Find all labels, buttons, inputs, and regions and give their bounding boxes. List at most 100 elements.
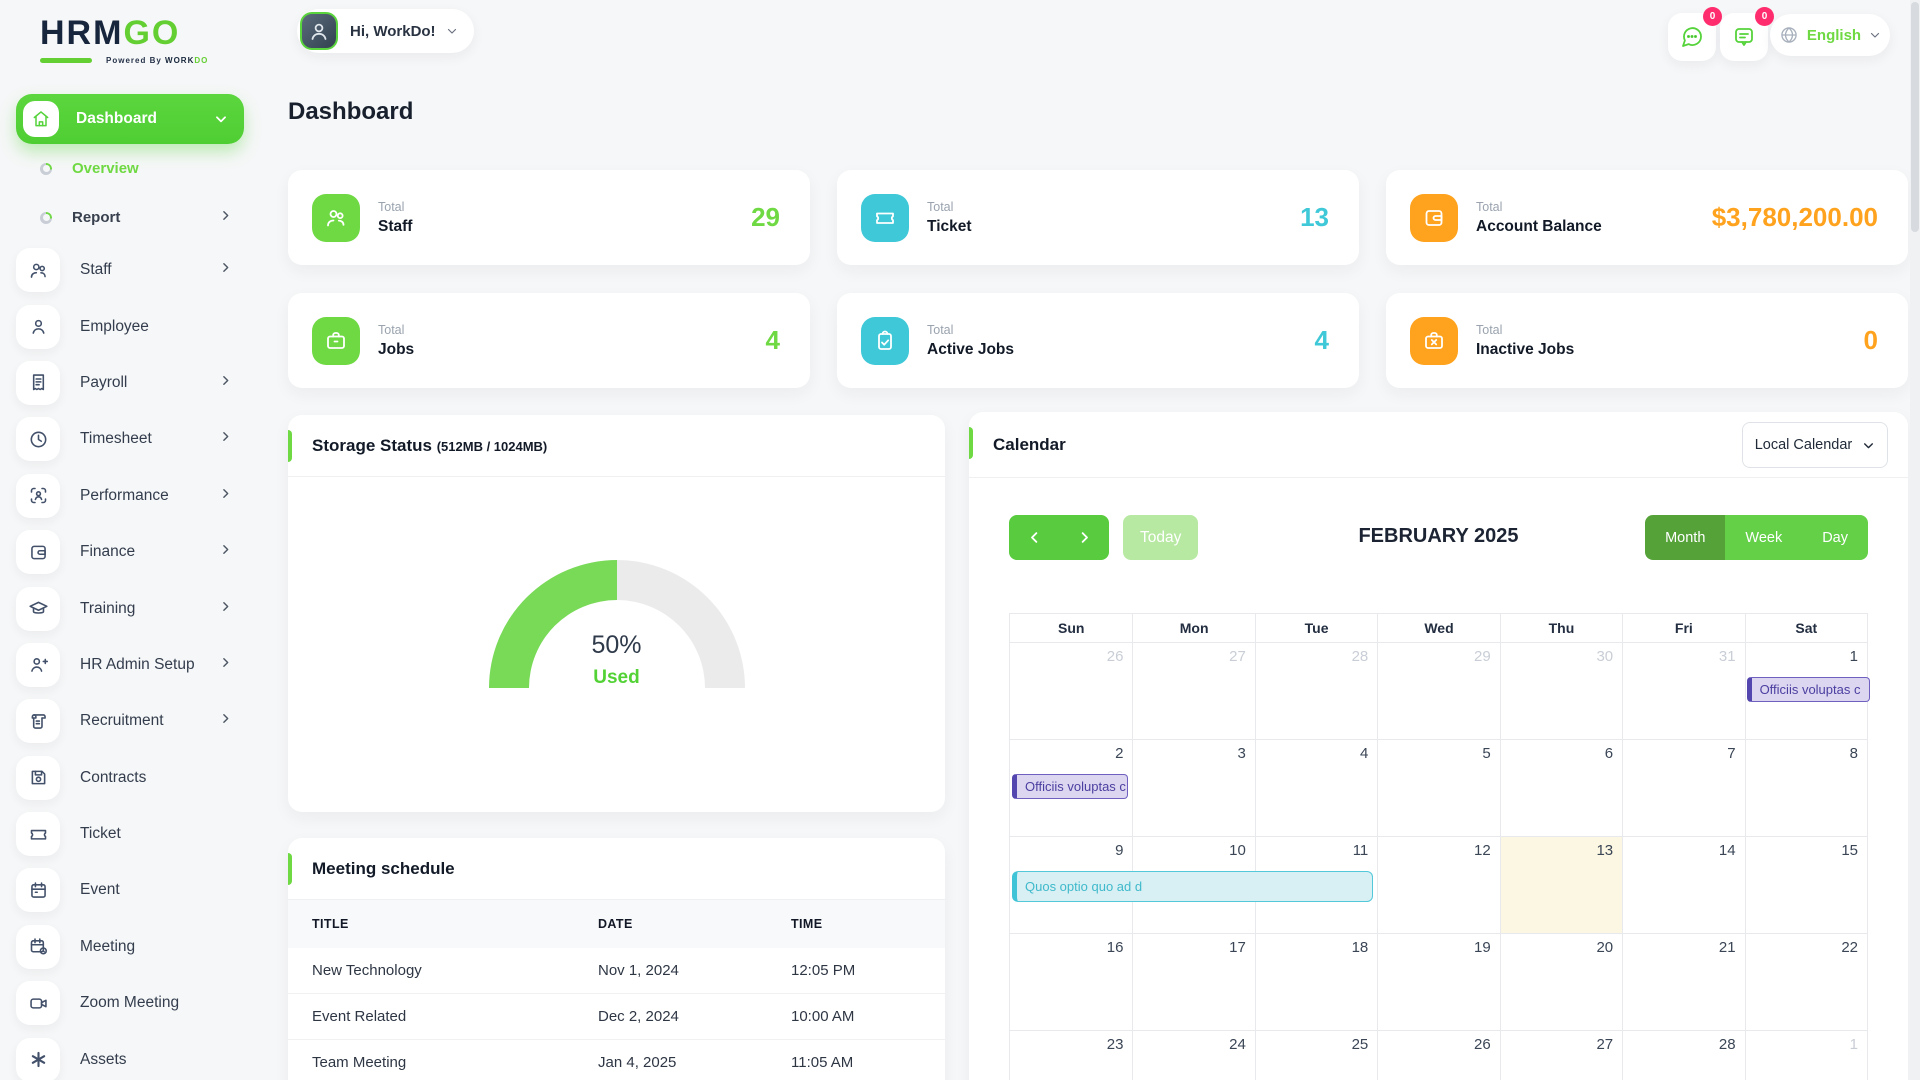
video-icon: [16, 981, 60, 1025]
stat-card-value: 4: [766, 325, 780, 356]
calendar-view-week[interactable]: Week: [1725, 515, 1802, 560]
stat-card-label: Ticket: [927, 218, 1300, 236]
sidebar-item-contracts[interactable]: Contracts: [0, 750, 260, 806]
sidebar-item-label: Performance: [80, 487, 219, 505]
sidebar-item-finance[interactable]: Finance: [0, 524, 260, 580]
wallet-icon: [16, 530, 60, 574]
calendar-day-cell[interactable]: 25: [1255, 1031, 1377, 1080]
asterisk-icon: [16, 1038, 60, 1080]
chevron-right-icon: [219, 487, 232, 505]
home-icon: [23, 101, 59, 137]
calendar-day-cell[interactable]: 7: [1622, 740, 1744, 836]
calendar-day-cell[interactable]: 23: [1010, 1031, 1132, 1080]
meeting-title: New Technology: [288, 962, 598, 979]
day-header-sat: Sat: [1745, 614, 1867, 642]
calendar-day-cell[interactable]: 22: [1745, 934, 1867, 1030]
sidebar-item-training[interactable]: Training: [0, 580, 260, 636]
stat-card-kicker: Total: [378, 200, 751, 214]
calendar-title: Calendar: [993, 435, 1066, 455]
calendar-day-cell[interactable]: 6: [1500, 740, 1622, 836]
sidebar-item-staff[interactable]: Staff: [0, 242, 260, 298]
storage-used-label: Used: [288, 667, 945, 689]
sidebar-item-event[interactable]: Event: [0, 862, 260, 918]
stat-card-texts: TotalStaff: [378, 200, 751, 236]
calendar-event[interactable]: Officiis voluptas c: [1747, 677, 1870, 702]
calendar-day-cell[interactable]: 14: [1622, 837, 1744, 933]
page-scrollbar[interactable]: [1910, 0, 1920, 1080]
calendar-day-cell[interactable]: 3: [1132, 740, 1254, 836]
graduation-cap-icon: [16, 587, 60, 631]
sidebar-item-label: Report: [72, 209, 219, 226]
calendar-day-cell[interactable]: 20: [1500, 934, 1622, 1030]
chevron-right-icon: [219, 600, 232, 618]
chevron-right-icon: [219, 430, 232, 448]
sidebar-item-ticket[interactable]: Ticket: [0, 806, 260, 862]
globe-icon: [1779, 25, 1799, 45]
calendar-view-switcher: MonthWeekDay: [1645, 515, 1868, 560]
chevron-right-icon: [219, 656, 232, 674]
user-menu[interactable]: Hi, WorkDo!: [297, 9, 474, 53]
sidebar-item-zoom-meeting[interactable]: Zoom Meeting: [0, 975, 260, 1031]
calendar-day-cell[interactable]: 26: [1010, 643, 1132, 739]
calendar-day-cell[interactable]: 5: [1377, 740, 1499, 836]
sidebar-item-assets[interactable]: Assets: [0, 1031, 260, 1080]
calendar-day-cell[interactable]: 21: [1622, 934, 1744, 1030]
storage-status-card: Storage Status (512MB / 1024MB) 50% Used: [288, 415, 945, 812]
language-selector[interactable]: English: [1770, 14, 1890, 56]
calendar-week-row: 2324252627281: [1010, 1030, 1867, 1080]
calendar-view-day[interactable]: Day: [1802, 515, 1868, 560]
calendar-day-cell[interactable]: 29: [1377, 643, 1499, 739]
stat-card-value: $3,780,200.00: [1712, 202, 1878, 233]
sidebar-item-meeting[interactable]: Meeting: [0, 919, 260, 975]
calendar-day-cell[interactable]: 17: [1132, 934, 1254, 1030]
sidebar-item-payroll[interactable]: Payroll: [0, 355, 260, 411]
clock-icon: [16, 417, 60, 461]
sidebar-item-hr-admin-setup[interactable]: HR Admin Setup: [0, 637, 260, 693]
sidebar-item-timesheet[interactable]: Timesheet: [0, 411, 260, 467]
calendar-view-month[interactable]: Month: [1645, 515, 1725, 560]
stat-card-staff: TotalStaff29: [288, 170, 810, 265]
calendar-day-cell[interactable]: 31: [1622, 643, 1744, 739]
calendar-event[interactable]: Officiis voluptas c: [1012, 774, 1128, 799]
calendar-day-cell[interactable]: 24: [1132, 1031, 1254, 1080]
sidebar-item-dashboard[interactable]: Dashboard: [16, 94, 244, 144]
sidebar-item-performance[interactable]: Performance: [0, 468, 260, 524]
chat-square-lines-icon: [1732, 25, 1756, 49]
calendar-day-cell[interactable]: 16: [1010, 934, 1132, 1030]
calendar-day-cell[interactable]: 27: [1500, 1031, 1622, 1080]
day-header-mon: Mon: [1132, 614, 1254, 642]
calendar-day-cell[interactable]: 13: [1500, 837, 1622, 933]
calendar-day-cell[interactable]: 4: [1255, 740, 1377, 836]
calendar-day-cell[interactable]: 26: [1377, 1031, 1499, 1080]
calendar-week-row: 2345678Officiis voluptas c: [1010, 739, 1867, 836]
chevron-right-icon: [219, 209, 232, 227]
calendar-day-cell[interactable]: 8: [1745, 740, 1867, 836]
briefcase-x-icon: [1410, 317, 1458, 365]
calendar-day-cell[interactable]: 1: [1745, 1031, 1867, 1080]
calendar-day-cell[interactable]: 28: [1622, 1031, 1744, 1080]
chevron-down-icon: [446, 25, 458, 37]
messages-button[interactable]: 0: [1668, 13, 1716, 61]
sidebar-item-recruitment[interactable]: Recruitment: [0, 693, 260, 749]
sidebar-item-label: Recruitment: [80, 712, 219, 730]
sidebar-item-report[interactable]: Report: [0, 193, 260, 242]
user-icon: [16, 305, 60, 349]
calendar-source-select[interactable]: Local Calendar: [1742, 422, 1888, 468]
calendar-event[interactable]: Quos optio quo ad d: [1012, 871, 1373, 902]
calendar-day-cell[interactable]: 19: [1377, 934, 1499, 1030]
sidebar-item-overview[interactable]: Overview: [0, 144, 260, 193]
app-logo[interactable]: HRMGO Powered By WORKDO: [40, 16, 240, 65]
calendar-icon: [16, 868, 60, 912]
scan-person-icon: [16, 474, 60, 518]
stat-card-label: Account Balance: [1476, 218, 1712, 236]
sidebar-item-employee[interactable]: Employee: [0, 298, 260, 354]
notifications-button[interactable]: 0: [1720, 13, 1768, 61]
calendar-day-cell[interactable]: 12: [1377, 837, 1499, 933]
calendar-day-cell[interactable]: 30: [1500, 643, 1622, 739]
calendar-day-cell[interactable]: 18: [1255, 934, 1377, 1030]
calendar-day-cell[interactable]: 28: [1255, 643, 1377, 739]
sidebar-item-label: Overview: [72, 160, 232, 177]
receipt-icon: [16, 361, 60, 405]
calendar-day-cell[interactable]: 15: [1745, 837, 1867, 933]
calendar-day-cell[interactable]: 27: [1132, 643, 1254, 739]
